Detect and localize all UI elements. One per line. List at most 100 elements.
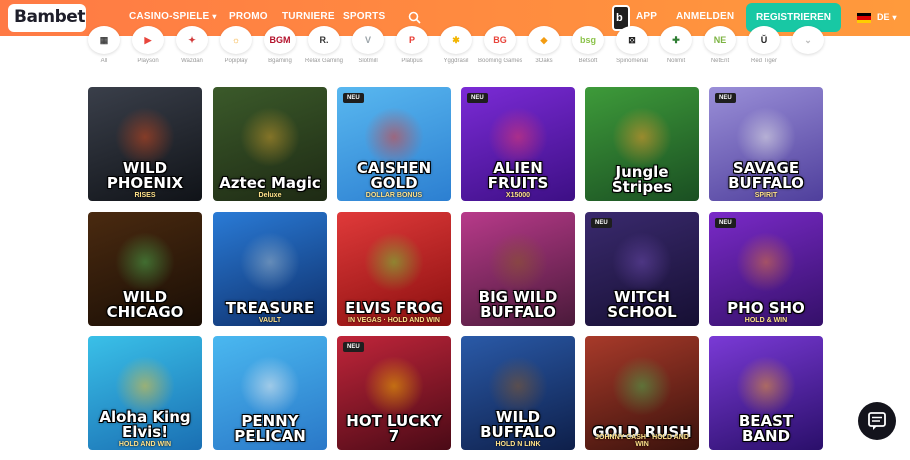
login-button[interactable]: ANMELDEN	[676, 11, 734, 22]
game-subtitle: DOLLAR BONUS	[365, 192, 423, 199]
provider-spinomenal[interactable]: ⊠	[616, 26, 648, 54]
provider-wazdan[interactable]: ✦	[176, 26, 208, 54]
game-tile[interactable]: Jungle Stripes	[585, 87, 699, 201]
provider-caption: 3Oaks	[535, 58, 553, 64]
game-title: ELVIS FROG	[345, 299, 443, 317]
game-title: TREASURE	[225, 299, 315, 317]
game-subtitle: Deluxe	[258, 192, 282, 199]
game-title: Jungle Stripes	[611, 163, 673, 196]
provider-3oaks[interactable]: ◆	[528, 26, 560, 54]
game-artwork	[736, 107, 796, 167]
chevron-down-icon: ▾	[212, 12, 217, 21]
provider-caption: Relax Gaming	[304, 58, 343, 64]
game-title: ALIEN FRUITS	[487, 159, 549, 192]
provider-slotmill[interactable]: V	[352, 26, 384, 54]
provider-caption: Betsoft	[578, 58, 598, 64]
game-subtitle: HOLD AND WIN	[118, 441, 172, 448]
game-artwork	[240, 356, 300, 416]
game-artwork	[364, 232, 424, 292]
game-subtitle: HOLD N LINK	[495, 441, 541, 448]
provider-caption: Yggdrasil	[443, 58, 469, 64]
game-artwork	[240, 232, 300, 292]
game-title: BIG WILD BUFFALO	[478, 288, 558, 321]
app-link[interactable]: APP	[636, 11, 657, 22]
game-title: HOT LUCKY 7	[346, 412, 442, 445]
provider-playson[interactable]: ▶	[132, 26, 164, 54]
game-title: Aztec Magic	[219, 174, 321, 192]
new-badge: NEU	[343, 93, 364, 103]
game-title: BEAST BAND	[738, 412, 794, 445]
provider-filter-bar: ▦ All ▶ Playson ✦ Wazdan ☼ Popiplay BGM Bgaming R.…	[84, 26, 824, 70]
nav-casino-games[interactable]: CASINO-SPIELE ▾	[129, 11, 217, 22]
new-badge: NEU	[467, 93, 488, 103]
game-title: WITCH SCHOOL	[607, 288, 677, 321]
game-title: WILD PHOENIX	[106, 159, 184, 192]
game-artwork	[736, 232, 796, 292]
language-label: DE	[877, 12, 890, 22]
provider-bgaming[interactable]: BGM	[264, 26, 296, 54]
game-tile[interactable]: NEU ALIEN FRUITS X15000	[461, 87, 575, 201]
provider-red-tiger[interactable]: Ŭ	[748, 26, 780, 54]
game-tile[interactable]: Aloha King Elvis! HOLD AND WIN	[88, 336, 202, 450]
search-icon[interactable]	[408, 11, 421, 24]
game-artwork	[612, 232, 672, 292]
nav-tournaments[interactable]: TURNIERE	[282, 11, 335, 22]
new-badge: NEU	[343, 342, 364, 352]
provider-platipus[interactable]: P	[396, 26, 428, 54]
new-badge: NEU	[715, 218, 736, 228]
provider-relax-gaming[interactable]: R.	[308, 26, 340, 54]
logo-text: Bambet	[14, 7, 85, 27]
game-title: Aloha King Elvis!	[99, 408, 191, 441]
game-tile[interactable]: NEU CAISHEN GOLD DOLLAR BONUS	[337, 87, 451, 201]
game-title: SAVAGE BUFFALO	[728, 159, 804, 192]
game-tile[interactable]: ELVIS FROG IN VEGAS · HOLD AND WIN	[337, 212, 451, 326]
game-artwork	[115, 232, 175, 292]
nav-sports[interactable]: SPORTS	[343, 11, 385, 22]
game-title: CAISHEN GOLD	[356, 159, 432, 192]
provider-caption: Playson	[137, 58, 159, 64]
game-artwork	[364, 107, 424, 167]
nav-promo[interactable]: PROMO	[229, 11, 268, 22]
provider-caption: Spinomenal	[616, 58, 648, 64]
provider-caption: Wazdan	[181, 58, 203, 64]
provider-caption: Slotmill	[358, 58, 378, 64]
game-subtitle: SPIRIT	[754, 192, 778, 199]
provider-nolimit[interactable]: ✚	[660, 26, 692, 54]
live-chat-button[interactable]	[858, 402, 896, 440]
provider-betsoft[interactable]: bsg	[572, 26, 604, 54]
provider-all[interactable]: ▦	[88, 26, 120, 54]
game-tile[interactable]: WILD CHICAGO	[88, 212, 202, 326]
game-artwork	[736, 356, 796, 416]
game-artwork	[612, 356, 672, 416]
game-tile[interactable]: GOLD RUSH JOHNNY CASH · HOLD AND WIN	[585, 336, 699, 450]
provider-popiplay[interactable]: ☼	[220, 26, 252, 54]
game-tile[interactable]: BIG WILD BUFFALO	[461, 212, 575, 326]
provider-caption: Booming Games	[478, 58, 522, 64]
game-subtitle: HOLD & WIN	[744, 317, 788, 324]
provider-yggdrasil[interactable]: ✱	[440, 26, 472, 54]
game-tile[interactable]: NEU PHO SHO HOLD & WIN	[709, 212, 823, 326]
game-tile[interactable]: BEAST BAND	[709, 336, 823, 450]
language-selector[interactable]: DE ▾	[877, 12, 897, 22]
game-artwork	[488, 232, 548, 292]
provider-netent[interactable]: NE	[704, 26, 736, 54]
game-tile[interactable]: Aztec Magic Deluxe	[213, 87, 327, 201]
game-title: PENNY PELICAN	[234, 412, 306, 445]
bambet-logo[interactable]: Bambet	[8, 4, 86, 32]
game-tile[interactable]: NEU HOT LUCKY 7	[337, 336, 451, 450]
german-flag-icon[interactable]	[857, 13, 871, 23]
game-artwork	[612, 107, 672, 167]
provider-booming-games[interactable]: BG	[484, 26, 516, 54]
game-title: WILD CHICAGO	[106, 288, 184, 321]
game-tile[interactable]: NEU WITCH SCHOOL	[585, 212, 699, 326]
game-tile[interactable]: WILD PHOENIX RISES	[88, 87, 202, 201]
game-tile[interactable]: NEU SAVAGE BUFFALO SPIRIT	[709, 87, 823, 201]
game-tile[interactable]: TREASURE VAULT	[213, 212, 327, 326]
chevron-down-icon: ▾	[892, 13, 897, 22]
provider-more[interactable]: ⌄	[792, 26, 824, 54]
game-tile[interactable]: WILD BUFFALO HOLD N LINK	[461, 336, 575, 450]
provider-caption: Platipus	[401, 58, 423, 64]
provider-caption: Nolimit	[666, 58, 686, 64]
game-tile[interactable]: PENNY PELICAN	[213, 336, 327, 450]
game-subtitle: RISES	[134, 192, 156, 199]
